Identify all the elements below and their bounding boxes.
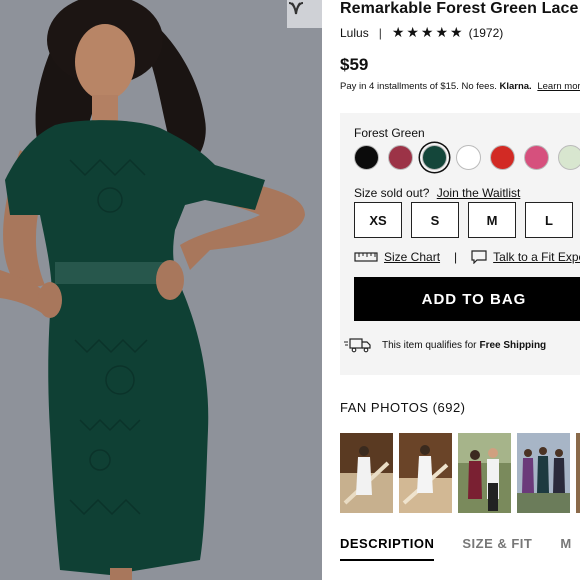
divider: | [378, 25, 382, 40]
fan-photo-thumbnail[interactable] [576, 433, 580, 513]
fan-photos-strip [340, 433, 580, 513]
size-waitlist-row: Size sold out? Join the Waitlist [354, 186, 520, 200]
fit-expert-link[interactable]: Talk to a Fit Expert [493, 250, 580, 264]
swatch-white[interactable] [456, 145, 481, 170]
fan-photo-thumbnail[interactable] [458, 433, 511, 513]
product-details: Remarkable Forest Green Lace Midi Dress … [322, 0, 580, 580]
selected-color-label: Forest Green [354, 126, 425, 140]
divider: | [454, 250, 458, 264]
favorite-button[interactable] [287, 0, 322, 28]
rating-stars[interactable]: ★★★★★ [392, 24, 465, 41]
product-info-tabs: DESCRIPTION SIZE & FIT M [340, 536, 580, 561]
truck-icon [344, 338, 371, 353]
learn-more-link[interactable]: Learn more [537, 81, 580, 92]
swatch-sage[interactable] [558, 145, 580, 170]
swatch-wine[interactable] [388, 145, 413, 170]
ruler-icon [354, 252, 378, 262]
installment-text: Pay in 4 installments of $15. No fees. [340, 81, 497, 92]
color-swatches [354, 145, 580, 170]
heart-v-icon [288, 2, 304, 15]
product-title: Remarkable Forest Green Lace Midi Dress [340, 0, 580, 17]
chat-bubble-icon [471, 250, 487, 264]
review-count[interactable]: (1972) [469, 26, 504, 40]
add-to-bag-button[interactable]: ADD TO BAG [354, 277, 580, 321]
size-l-button[interactable]: L [525, 202, 573, 238]
swatch-pink[interactable] [524, 145, 549, 170]
brand-rating-row: Lulus | ★★★★★ (1972) [340, 24, 503, 41]
shipping-bold: Free Shipping [479, 339, 547, 351]
fan-photos-heading: FAN PHOTOS (692) [340, 400, 466, 415]
product-photo[interactable] [0, 0, 322, 580]
fit-help-row: Size Chart | Talk to a Fit Expert [354, 250, 580, 264]
swatch-red[interactable] [490, 145, 515, 170]
tab-size-fit[interactable]: SIZE & FIT [462, 536, 532, 561]
model-illustration [0, 0, 322, 580]
size-xs-button[interactable]: XS [354, 202, 402, 238]
size-chart-link[interactable]: Size Chart [384, 250, 440, 264]
waitlist-link[interactable]: Join the Waitlist [437, 186, 521, 200]
klarna-logo: Klarna. [499, 81, 532, 92]
tab-more[interactable]: M [560, 536, 571, 561]
size-s-button[interactable]: S [411, 202, 459, 238]
size-m-button[interactable]: M [468, 202, 516, 238]
fan-photo-thumbnail[interactable] [340, 433, 393, 513]
size-selector: XS S M L [354, 202, 573, 238]
size-question: Size sold out? [354, 186, 430, 200]
brand-name[interactable]: Lulus [340, 26, 369, 40]
installment-info: Pay in 4 installments of $15. No fees. K… [340, 81, 580, 92]
tab-description[interactable]: DESCRIPTION [340, 536, 435, 561]
options-box: Forest Green Size sold out? Join the Wai… [340, 113, 580, 375]
shipping-text: This item qualifies for [382, 339, 477, 351]
swatch-forest-green[interactable] [422, 145, 447, 170]
price: $59 [340, 55, 369, 74]
fan-photo-thumbnail[interactable] [517, 433, 570, 513]
swatch-black[interactable] [354, 145, 379, 170]
free-shipping-notice: This item qualifies for Free Shipping [344, 337, 546, 353]
fan-photo-thumbnail[interactable] [399, 433, 452, 513]
